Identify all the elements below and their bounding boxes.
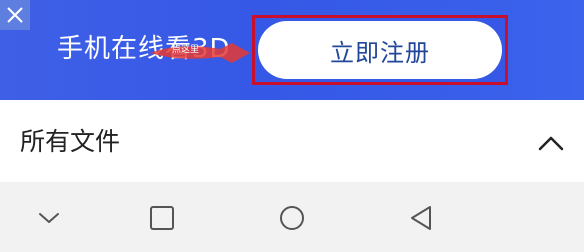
app-screen: 手机在线看3D 点这里 立即注册 所有文件 [0, 0, 584, 252]
back-triangle-icon [411, 206, 431, 230]
nav-recents-button[interactable] [146, 202, 178, 234]
square-icon [150, 206, 174, 230]
chevron-up-icon [538, 136, 564, 151]
register-highlight-box: 立即注册 [252, 15, 508, 85]
register-banner: 手机在线看3D 点这里 立即注册 [0, 0, 584, 100]
register-now-button[interactable]: 立即注册 [258, 21, 502, 79]
all-files-row[interactable]: 所有文件 [0, 100, 584, 182]
collapse-toggle[interactable] [536, 130, 566, 156]
chevron-down-icon [39, 213, 59, 223]
all-files-label: 所有文件 [20, 127, 121, 156]
nav-hide-keyboard-button[interactable] [33, 202, 65, 234]
banner-promo-text: 手机在线看3D [57, 34, 231, 64]
system-nav-bar [0, 182, 584, 252]
close-button[interactable] [0, 0, 30, 30]
circle-icon [280, 206, 304, 230]
close-icon [7, 7, 23, 23]
nav-back-button[interactable] [406, 202, 438, 234]
annotation-hint-text: 点这里 [172, 45, 200, 55]
nav-home-button[interactable] [276, 202, 308, 234]
